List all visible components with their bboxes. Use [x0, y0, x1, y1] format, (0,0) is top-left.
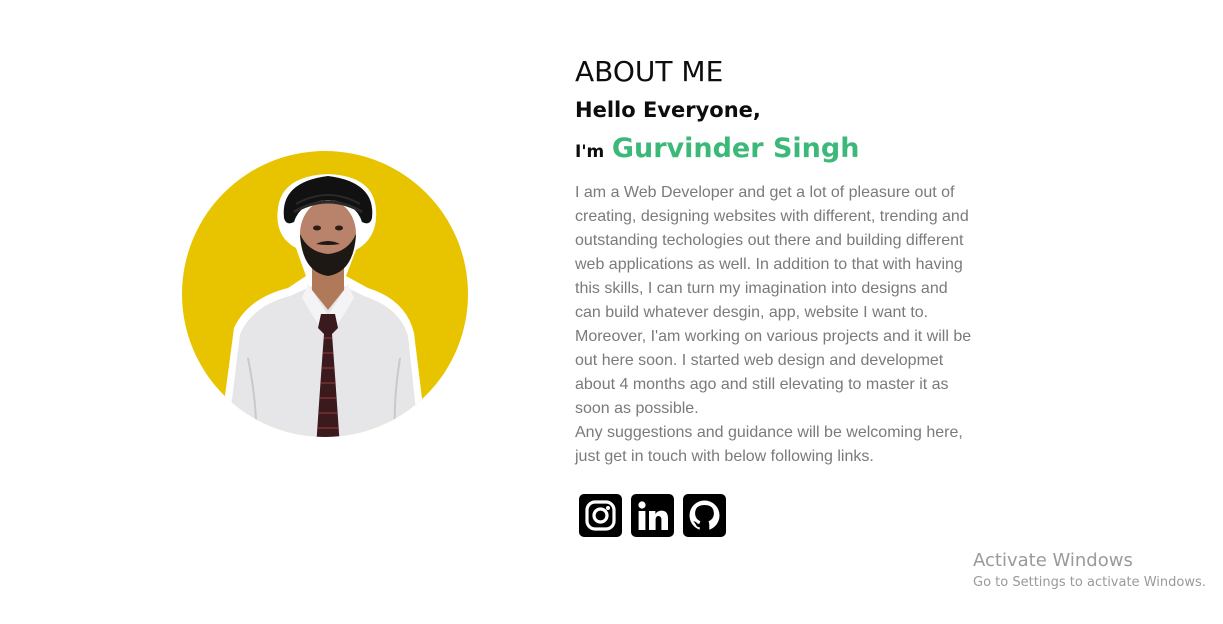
github-icon: [683, 494, 726, 537]
watermark-title: Activate Windows: [973, 550, 1133, 571]
intro-line: I'm Gurvinder Singh: [575, 132, 975, 169]
bio-paragraph: I am a Web Developer and get a lot of pl…: [575, 184, 972, 417]
bio-text: I am a Web Developer and get a lot of pl…: [575, 181, 975, 469]
about-page: ABOUT ME Hello Everyone, I'm Gurvinder S…: [0, 0, 1223, 624]
linkedin-link[interactable]: [631, 494, 674, 537]
intro-prefix: I'm: [575, 142, 605, 162]
social-links: [579, 494, 726, 537]
instagram-icon: [579, 494, 622, 537]
watermark-subtitle: Go to Settings to activate Windows.: [973, 575, 1206, 590]
about-heading: ABOUT ME: [575, 55, 724, 88]
greeting-text: Hello Everyone,: [575, 98, 761, 122]
profile-photo-illustration: [182, 151, 468, 437]
bio-paragraph: Any suggestions and guidance will be wel…: [575, 424, 963, 465]
github-link[interactable]: [683, 494, 726, 537]
activate-windows-watermark: Activate Windows Go to Settings to activ…: [973, 549, 1206, 592]
linkedin-icon: [631, 494, 674, 537]
about-section: ABOUT ME Hello Everyone, I'm Gurvinder S…: [575, 52, 975, 469]
profile-photo: [178, 148, 478, 448]
author-name: Gurvinder Singh: [611, 133, 860, 164]
instagram-link[interactable]: [579, 494, 622, 537]
